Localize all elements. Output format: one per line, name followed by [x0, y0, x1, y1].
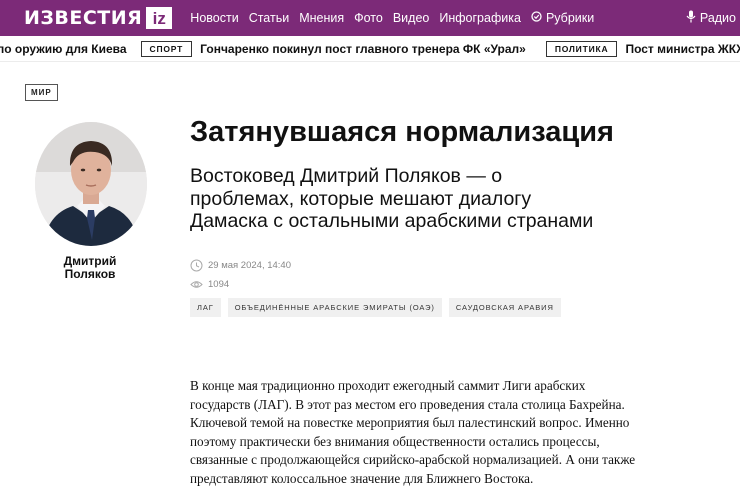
microphone-icon — [686, 10, 696, 26]
author-last-name: Поляков — [64, 267, 116, 281]
article-subtitle: Востоковед Дмитрий Поляков — о проблемах… — [190, 165, 594, 232]
news-ticker: по оружию для Киева СПОРТ Гончаренко пок… — [0, 36, 740, 62]
author-name[interactable]: Дмитрий Поляков — [40, 255, 140, 281]
body-line: Ключевой темой на повестке мероприятия б… — [190, 415, 630, 430]
clock-icon — [190, 259, 203, 272]
article-tags: ЛАГ ОБЪЕДИНЁННЫЕ АРАБСКИЕ ЭМИРАТЫ (ОАЭ) … — [190, 298, 568, 317]
article-title: Затянувшаяся нормализация — [190, 116, 614, 148]
body-line: государств (ЛАГ). В этот раз местом его … — [190, 396, 625, 412]
logo-text: ИЗВЕСТИЯ — [24, 7, 143, 29]
publish-date: 29 мая 2024, 14:40 — [190, 259, 291, 272]
nav-photo[interactable]: Фото — [354, 11, 383, 25]
nav-rubrics[interactable]: Рубрики — [531, 11, 594, 25]
nav-news[interactable]: Новости — [190, 11, 238, 25]
nav-infographics[interactable]: Инфографика — [439, 11, 521, 25]
tag-lag[interactable]: ЛАГ — [190, 298, 221, 317]
section-tag[interactable]: МИР — [25, 84, 58, 101]
date-text: 29 мая 2024, 14:40 — [208, 260, 291, 271]
site-logo[interactable]: ИЗВЕСТИЯ iz — [24, 7, 173, 29]
body-line: связанные с продолжающейся сирийско-араб… — [190, 452, 636, 467]
body-line: поэтому практически без внимания обществ… — [190, 433, 600, 449]
views-text: 1094 — [208, 279, 230, 290]
eye-icon — [190, 278, 203, 291]
logo-badge: iz — [146, 7, 173, 29]
nav-articles[interactable]: Статьи — [249, 11, 290, 25]
body-line: представляют колоссальное значение для Б… — [190, 470, 534, 486]
ticker-tag-sport[interactable]: СПОРТ — [140, 40, 193, 57]
radio-label: Радио — [699, 11, 736, 25]
tag-uae[interactable]: ОБЪЕДИНЁННЫЕ АРАБСКИЕ ЭМИРАТЫ (ОАЭ) — [227, 298, 442, 317]
radio-link[interactable]: Радио — [686, 0, 736, 36]
body-line: В конце мая традиционно проходит ежегодн… — [190, 378, 586, 393]
main-nav: Новости Статьи Мнения Фото Видео Инфогра… — [190, 11, 604, 25]
ticker-item-3[interactable]: Пост министра ЖКХ Крым — [625, 42, 740, 56]
nav-opinions[interactable]: Мнения — [299, 11, 344, 25]
ticker-item-1[interactable]: по оружию для Киева — [0, 42, 127, 56]
nav-rubrics-label: Рубрики — [545, 11, 595, 25]
author-avatar[interactable] — [35, 122, 147, 246]
view-count: 1094 — [190, 278, 229, 291]
nav-video[interactable]: Видео — [393, 11, 430, 25]
ticker-tag-politics[interactable]: ПОЛИТИКА — [545, 40, 618, 57]
target-icon — [531, 11, 542, 25]
ticker-item-2[interactable]: Гончаренко покинул пост главного тренера… — [200, 42, 526, 56]
article-body: В конце мая традиционно проходит ежегодн… — [190, 377, 700, 488]
top-navigation-bar: ИЗВЕСТИЯ iz Новости Статьи Мнения Фото В… — [0, 0, 740, 36]
tag-saudi-arabia[interactable]: САУДОВСКАЯ АРАВИЯ — [448, 298, 561, 317]
